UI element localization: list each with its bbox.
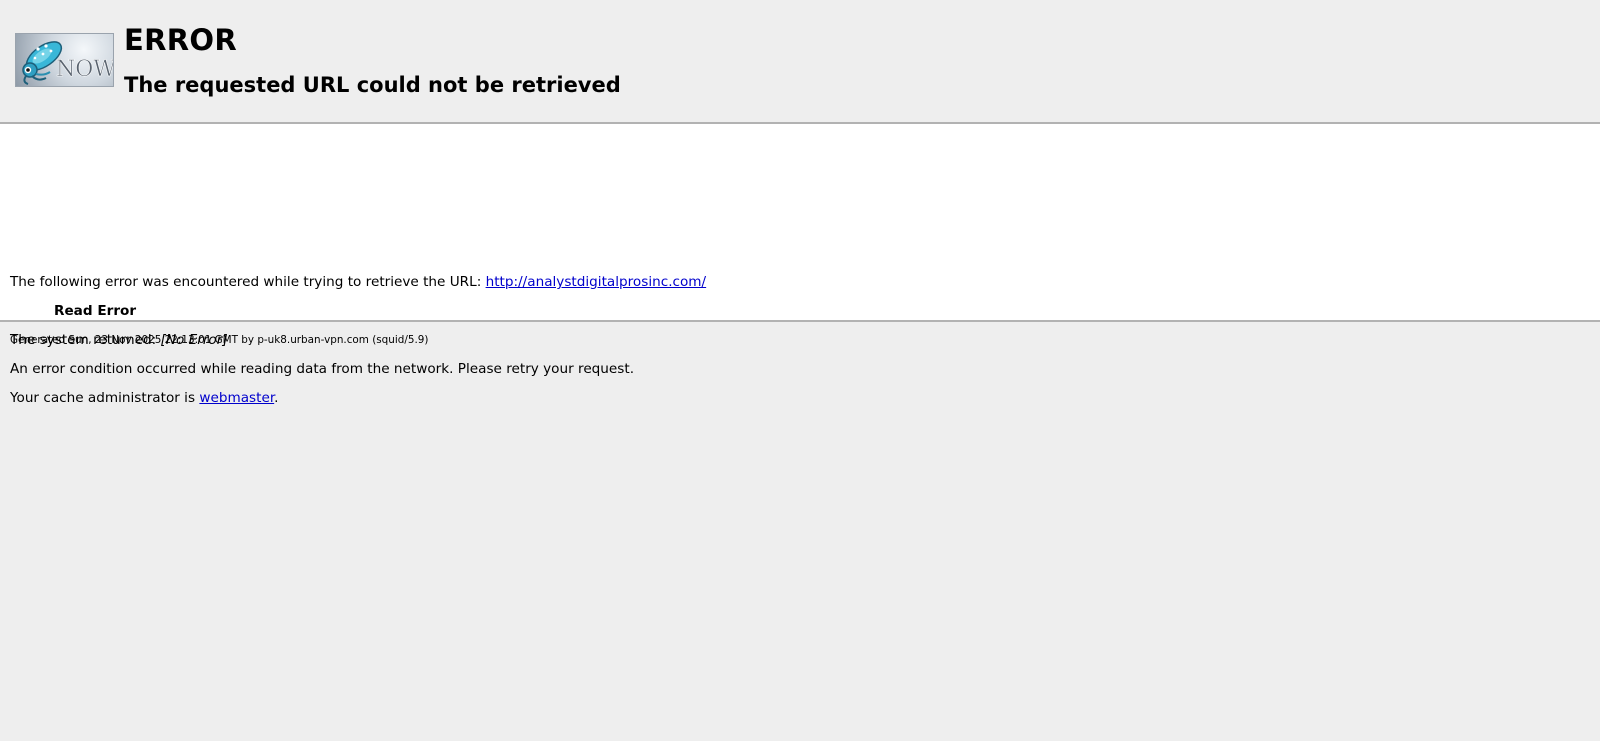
admin-prefix-text: Your cache administrator is [10,390,200,406]
page-subtitle: The requested URL could not be retrieved [124,73,621,97]
squid-logo-icon: NOW [15,33,114,87]
error-description: An error condition occurred while readin… [10,361,635,377]
url-line: The following error was encountered whil… [10,273,706,291]
webmaster-link[interactable]: webmaster [199,390,274,406]
page-header: NOW ERROR The requested URL could not be… [0,0,1600,124]
admin-suffix-text: . [274,390,279,406]
url-intro-text: The following error was encountered whil… [10,274,486,290]
requested-url-link[interactable]: http://analystdigitalprosinc.com/ [486,274,707,290]
generated-info: Generated Sun, 23 Nov 2025 22:13:01 GMT … [10,334,429,346]
error-name: Read Error [54,303,137,319]
page-footer: Generated Sun, 23 Nov 2025 22:13:01 GMT … [0,322,1600,362]
error-content: The following error was encountered whil… [0,124,1600,406]
page-title: ERROR [124,23,237,57]
admin-line: Your cache administrator is webmaster. [10,389,279,407]
logo-text: NOW [56,57,113,82]
